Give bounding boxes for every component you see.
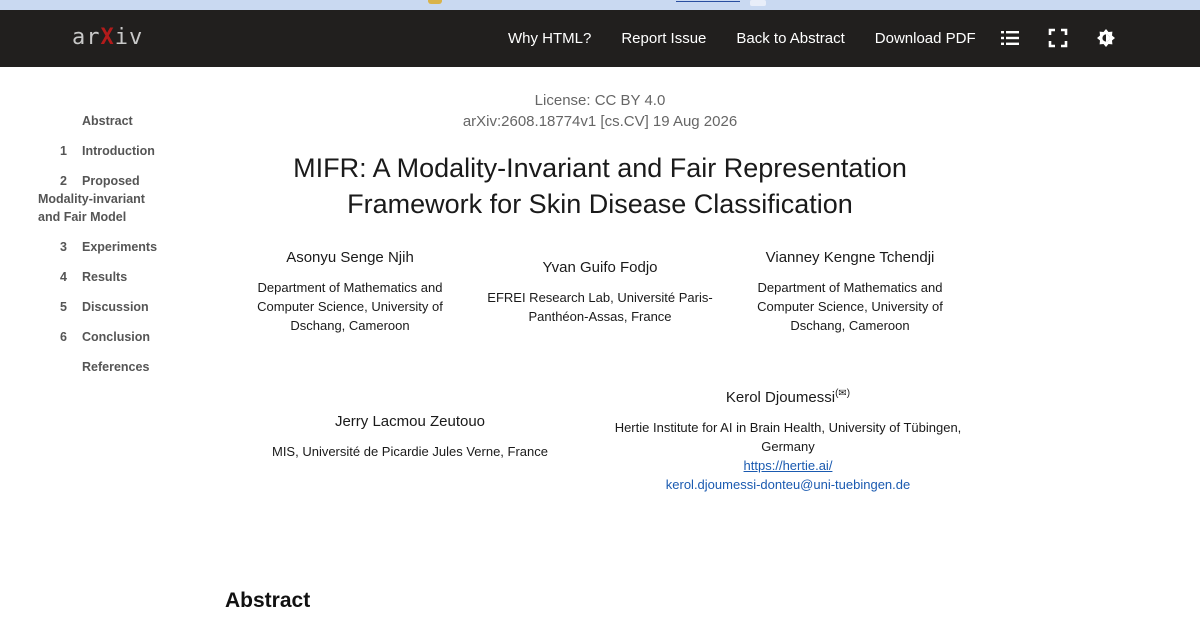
nav-links: Why HTML? Report Issue Back to Abstract … <box>508 30 1006 47</box>
toc-label: Discussion <box>82 300 149 314</box>
authors: Asonyu Senge Njih Department of Mathemat… <box>220 246 980 356</box>
notice-icon <box>428 0 442 4</box>
author-block: Asonyu Senge Njih Department of Mathemat… <box>245 248 455 335</box>
theme-icon[interactable] <box>1096 28 1116 48</box>
paper-meta: License: CC BY 4.0 arXiv:2608.18774v1 [c… <box>220 90 980 132</box>
author-name: Vianney Kengne Tchendji <box>765 249 935 266</box>
notice-close-button[interactable] <box>750 0 766 6</box>
nav-icons <box>1000 28 1144 48</box>
mail-icon: (✉) <box>835 388 851 399</box>
toc-item-results[interactable]: 4 Results <box>60 268 210 286</box>
logo-text-ar: ar <box>72 25 101 50</box>
author-website-link[interactable]: https://hertie.ai/ <box>605 456 971 475</box>
top-navbar: arXiv Why HTML? Report Issue Back to Abs… <box>0 10 1200 67</box>
toc-item-introduction[interactable]: 1 Introduction <box>60 142 210 160</box>
download-pdf-link[interactable]: Download PDF <box>875 30 976 47</box>
author-email-link[interactable]: kerol.djoumessi-donteu@uni-tuebingen.de <box>605 475 971 494</box>
logo-text-x: X <box>100 25 115 50</box>
toc-label: Abstract <box>82 114 133 128</box>
toc-number: 4 <box>60 270 67 284</box>
arxiv-logo[interactable]: arXiv <box>72 25 143 50</box>
toc-number: 3 <box>60 240 67 254</box>
fullscreen-icon[interactable] <box>1048 28 1068 48</box>
author-block: Vianney Kengne Tchendji Department of Ma… <box>745 248 955 335</box>
toc-number: 1 <box>60 144 67 158</box>
toc-item-conclusion[interactable]: 6 Conclusion <box>60 328 210 346</box>
paper-main: License: CC BY 4.0 arXiv:2608.18774v1 [c… <box>220 90 980 492</box>
toc-item-discussion[interactable]: 5 Discussion <box>60 298 210 316</box>
toc-number: 6 <box>60 330 67 344</box>
toc-label-continued: Modality-invariant and Fair Model <box>38 192 145 224</box>
toc-label: Introduction <box>82 144 155 158</box>
author-affiliation: Hertie Institute for AI in Brain Health,… <box>614 420 962 454</box>
author-affiliation: EFREI Research Lab, Université Paris-Pan… <box>487 290 713 324</box>
author-name: Jerry Lacmou Zeutouo <box>334 413 486 430</box>
toc-item-proposed-model[interactable]: 2 Proposed Modality-invariant and Fair M… <box>38 172 210 226</box>
browser-notice-strip <box>0 0 1200 10</box>
back-to-abstract-link[interactable]: Back to Abstract <box>736 30 844 47</box>
logo-text-iv: iv <box>114 25 144 50</box>
why-html-link[interactable]: Why HTML? <box>508 30 591 47</box>
toc-label: Results <box>82 270 128 284</box>
author-name: Asonyu Senge Njih <box>286 249 414 266</box>
paper-title: MIFR: A Modality-Invariant and Fair Repr… <box>293 153 907 219</box>
toc-number: 2 <box>60 174 67 188</box>
author-block-corresponding: Kerol Djoumessi(✉) Hertie Institute for … <box>605 384 971 494</box>
arxiv-id: arXiv:2608.18774v1 [cs.CV] 19 Aug 2026 <box>462 113 738 130</box>
report-issue-link[interactable]: Report Issue <box>621 30 706 47</box>
list-icon[interactable] <box>1000 28 1020 48</box>
notice-link[interactable] <box>676 1 740 2</box>
toc-item-experiments[interactable]: 3 Experiments <box>60 238 210 256</box>
author-name: Yvan Guifo Fodjo <box>542 259 658 276</box>
author-block: Jerry Lacmou Zeutouo MIS, Université de … <box>260 412 560 461</box>
toc-label: Experiments <box>82 240 158 254</box>
toc-item-references[interactable]: References <box>60 358 210 376</box>
table-of-contents: Abstract 1 Introduction 2 Proposed Modal… <box>38 112 210 388</box>
author-block: Yvan Guifo Fodjo EFREI Research Lab, Uni… <box>485 258 715 326</box>
author-affiliation: MIS, Université de Picardie Jules Verne,… <box>271 444 548 459</box>
author-affiliation: Department of Mathematics and Computer S… <box>257 280 443 333</box>
toc-item-abstract[interactable]: Abstract <box>60 112 210 130</box>
author-affiliation: Department of Mathematics and Computer S… <box>757 280 943 333</box>
toc-label: References <box>82 360 150 374</box>
toc-number: 5 <box>60 300 67 314</box>
license-text: License: CC BY 4.0 <box>534 92 666 109</box>
author-name-line: Kerol Djoumessi(✉) <box>605 384 971 408</box>
abstract-heading: Abstract <box>225 589 311 612</box>
toc-label: Conclusion <box>82 330 151 344</box>
toc-label: Proposed <box>82 174 140 188</box>
author-name: Kerol Djoumessi <box>725 389 836 406</box>
